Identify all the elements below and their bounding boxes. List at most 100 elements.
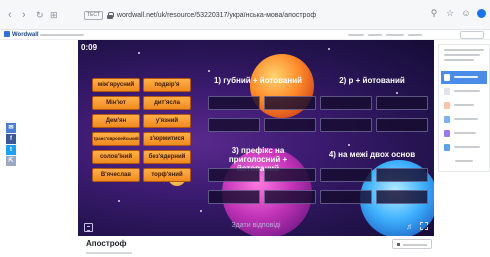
security-tag: ТЕСТ — [84, 10, 103, 20]
submit-answers-button[interactable]: Здати відповіді — [208, 220, 304, 231]
wordwall-logo[interactable]: Wordwall — [4, 31, 39, 39]
template-option[interactable] — [441, 99, 487, 112]
word-tile[interactable]: подвір'я — [143, 78, 191, 92]
game-canvas[interactable]: 0:09 між'ярусний подвір'я Мін'ют дит'ясл… — [78, 40, 434, 236]
share-strip: ✉ f t ⇱ — [6, 123, 16, 167]
star-decoration — [118, 200, 120, 202]
extension-icon[interactable] — [477, 9, 486, 18]
facebook-icon[interactable]: f — [6, 134, 16, 144]
template-option[interactable] — [441, 85, 487, 98]
lock-icon — [106, 11, 114, 19]
drop-slot[interactable] — [320, 118, 372, 132]
template-option-label — [454, 104, 474, 106]
template-thumb-icon — [444, 88, 450, 95]
category-heading-2: 2) р + йотований — [339, 76, 405, 85]
star-decoration — [348, 144, 350, 146]
email-icon[interactable]: ✉ — [6, 123, 16, 133]
apps-icon[interactable]: ⊞ — [50, 9, 58, 21]
category-heading-1: 1) губний + йотований — [213, 76, 303, 85]
template-option-label — [454, 146, 480, 148]
panel-heading-line — [444, 49, 484, 51]
template-list — [441, 71, 487, 169]
word-tile[interactable]: без'ядерний — [143, 150, 191, 164]
template-switcher-panel — [438, 44, 490, 172]
word-tile[interactable]: В'ячеслав — [92, 168, 140, 182]
star-decoration — [328, 48, 330, 50]
menu-icon[interactable] — [84, 223, 93, 232]
volume-icon[interactable]: ♬ — [406, 222, 414, 231]
word-tile[interactable]: торф'яний — [143, 168, 191, 182]
drop-slot[interactable] — [376, 168, 428, 182]
word-tile[interactable]: у'язний — [143, 114, 191, 128]
drop-slot[interactable] — [208, 118, 260, 132]
bookmark-icon[interactable]: ☆ — [445, 8, 455, 18]
template-option[interactable] — [441, 113, 487, 126]
drop-slot[interactable] — [376, 118, 428, 132]
template-thumb-icon — [444, 102, 450, 109]
word-tile[interactable]: дит'ясла — [143, 96, 191, 110]
fullscreen-icon[interactable] — [420, 222, 428, 230]
template-thumb-icon — [444, 74, 450, 81]
template-option-label — [454, 118, 478, 120]
star-decoration — [396, 92, 398, 94]
word-tile[interactable]: солов'їний — [92, 150, 140, 164]
search-icon[interactable]: ⚲ — [429, 8, 439, 18]
drop-slot[interactable] — [208, 190, 260, 204]
template-option-selected[interactable] — [441, 71, 487, 84]
word-tile[interactable]: з'юрмитися — [143, 132, 191, 146]
timer: 0:09 — [81, 43, 98, 52]
star-decoration — [138, 52, 140, 54]
template-option-label — [454, 132, 476, 134]
drop-slot[interactable] — [320, 96, 372, 110]
login-button[interactable] — [460, 31, 484, 39]
panel-heading-line — [444, 59, 474, 61]
nav-link-community[interactable] — [368, 34, 382, 36]
word-tile[interactable]: Дем'ян — [92, 114, 140, 128]
word-tile[interactable]: між'ярусний — [92, 78, 140, 92]
show-more-link[interactable] — [441, 155, 487, 168]
nav-link-signin[interactable] — [408, 34, 422, 36]
address-bar[interactable]: ТЕСТ wordwall.net/uk/resource/53220317/у… — [84, 8, 316, 22]
template-thumb-icon — [444, 144, 450, 151]
logo-mark-icon — [4, 31, 10, 37]
template-option[interactable] — [441, 127, 487, 140]
forward-icon[interactable]: › — [22, 9, 26, 21]
star-decoration — [200, 210, 202, 212]
site-tagline-text — [40, 34, 84, 36]
drop-slot[interactable] — [208, 96, 260, 110]
share-button[interactable] — [392, 239, 432, 249]
show-more-label — [455, 160, 473, 162]
back-icon[interactable]: ‹ — [8, 9, 12, 21]
template-thumb-icon — [444, 116, 450, 123]
share-icon[interactable]: ⇱ — [6, 156, 16, 166]
page: ‹ › ↻ ⊞ ТЕСТ wordwall.net/uk/resource/53… — [0, 0, 490, 257]
drop-slot[interactable] — [208, 168, 260, 182]
url-text: wordwall.net/uk/resource/53220317/україн… — [116, 11, 317, 19]
drop-slot[interactable] — [264, 168, 316, 182]
twitter-icon[interactable]: t — [6, 145, 16, 155]
activity-title: Апостроф — [86, 239, 127, 248]
template-option-label — [454, 76, 478, 78]
nav-link-features[interactable] — [348, 34, 364, 36]
drop-slot[interactable] — [320, 168, 372, 182]
profile-icon[interactable]: ☺ — [461, 8, 471, 18]
word-tile[interactable]: Мін'ют — [92, 96, 140, 110]
template-thumb-icon — [444, 130, 450, 137]
star-decoration — [208, 70, 210, 72]
template-option[interactable] — [441, 141, 487, 154]
nav-link-pricing[interactable] — [386, 34, 404, 36]
drop-slot[interactable] — [264, 96, 316, 110]
site-header: Wordwall — [0, 30, 490, 40]
drop-slot[interactable] — [320, 190, 372, 204]
panel-heading-line — [444, 54, 480, 56]
word-tile[interactable]: транс'європейський — [92, 132, 140, 146]
drop-slot[interactable] — [376, 190, 428, 204]
reload-icon[interactable]: ↻ — [36, 9, 44, 21]
drop-slot[interactable] — [264, 190, 316, 204]
activity-author-line — [86, 252, 132, 254]
logo-text: Wordwall — [12, 32, 39, 38]
template-option-label — [454, 90, 480, 92]
drop-slot[interactable] — [264, 118, 316, 132]
drop-slot[interactable] — [376, 96, 428, 110]
word-tiles: між'ярусний подвір'я Мін'ют дит'ясла Дем… — [92, 78, 192, 182]
